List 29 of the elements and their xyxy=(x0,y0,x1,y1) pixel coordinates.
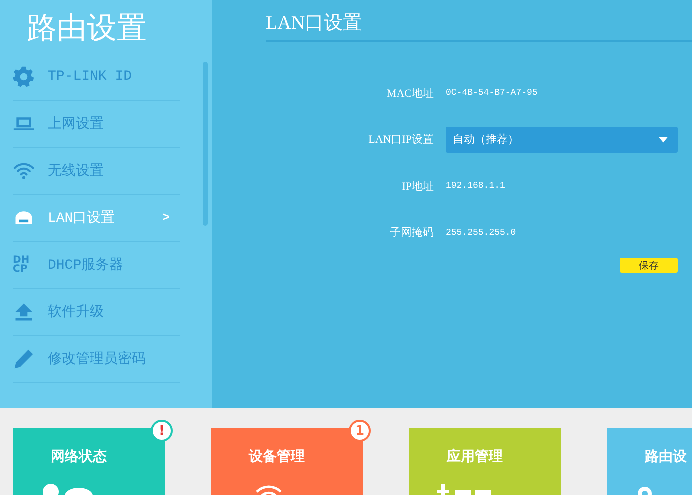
menu-tile[interactable]: 路由设 xyxy=(607,428,692,495)
gear-icon xyxy=(13,66,35,88)
sidebar-item[interactable]: TP-LINK ID xyxy=(13,54,180,101)
dropdown[interactable]: 自动（推荐） xyxy=(446,126,678,153)
pencil-icon xyxy=(13,348,35,370)
sidebar-item[interactable]: 无线设置 xyxy=(13,148,180,195)
sidebar-item[interactable]: 上网设置 xyxy=(13,101,180,148)
menu-tile[interactable]: 应用管理 xyxy=(409,428,561,495)
dhcp-icon: DH CP xyxy=(13,256,35,274)
field-label: LAN口IP设置 xyxy=(368,133,435,148)
field-label: MAC地址 xyxy=(386,86,435,101)
page-title: LAN口设置 xyxy=(266,12,364,36)
notification-badge: 1 xyxy=(349,420,371,442)
save-button[interactable]: 保存 xyxy=(620,258,678,273)
field-value: 192.168.1.1 xyxy=(446,181,506,192)
sidebar-item[interactable]: 软件升级 xyxy=(13,289,180,336)
sidebar-item[interactable]: 修改管理员密码 xyxy=(13,336,180,383)
field-value: 255.255.255.0 xyxy=(446,228,516,238)
notification-badge: ! xyxy=(151,420,173,442)
caret-icon xyxy=(659,136,668,143)
sidebar-item[interactable]: DH CP DHCP服务器 xyxy=(13,242,180,289)
sidebar-item[interactable]: LAN口设置 > xyxy=(13,195,180,242)
upload-icon xyxy=(13,301,35,323)
field-label: IP地址 xyxy=(401,180,435,194)
chevron: > xyxy=(162,211,170,225)
sidebar-title: 路由设置 xyxy=(26,10,148,48)
field-value: 0C-4B-54-B7-A7-95 xyxy=(446,88,538,98)
field-label: 子网掩码 xyxy=(389,226,435,240)
scrollbar[interactable] xyxy=(203,62,208,226)
